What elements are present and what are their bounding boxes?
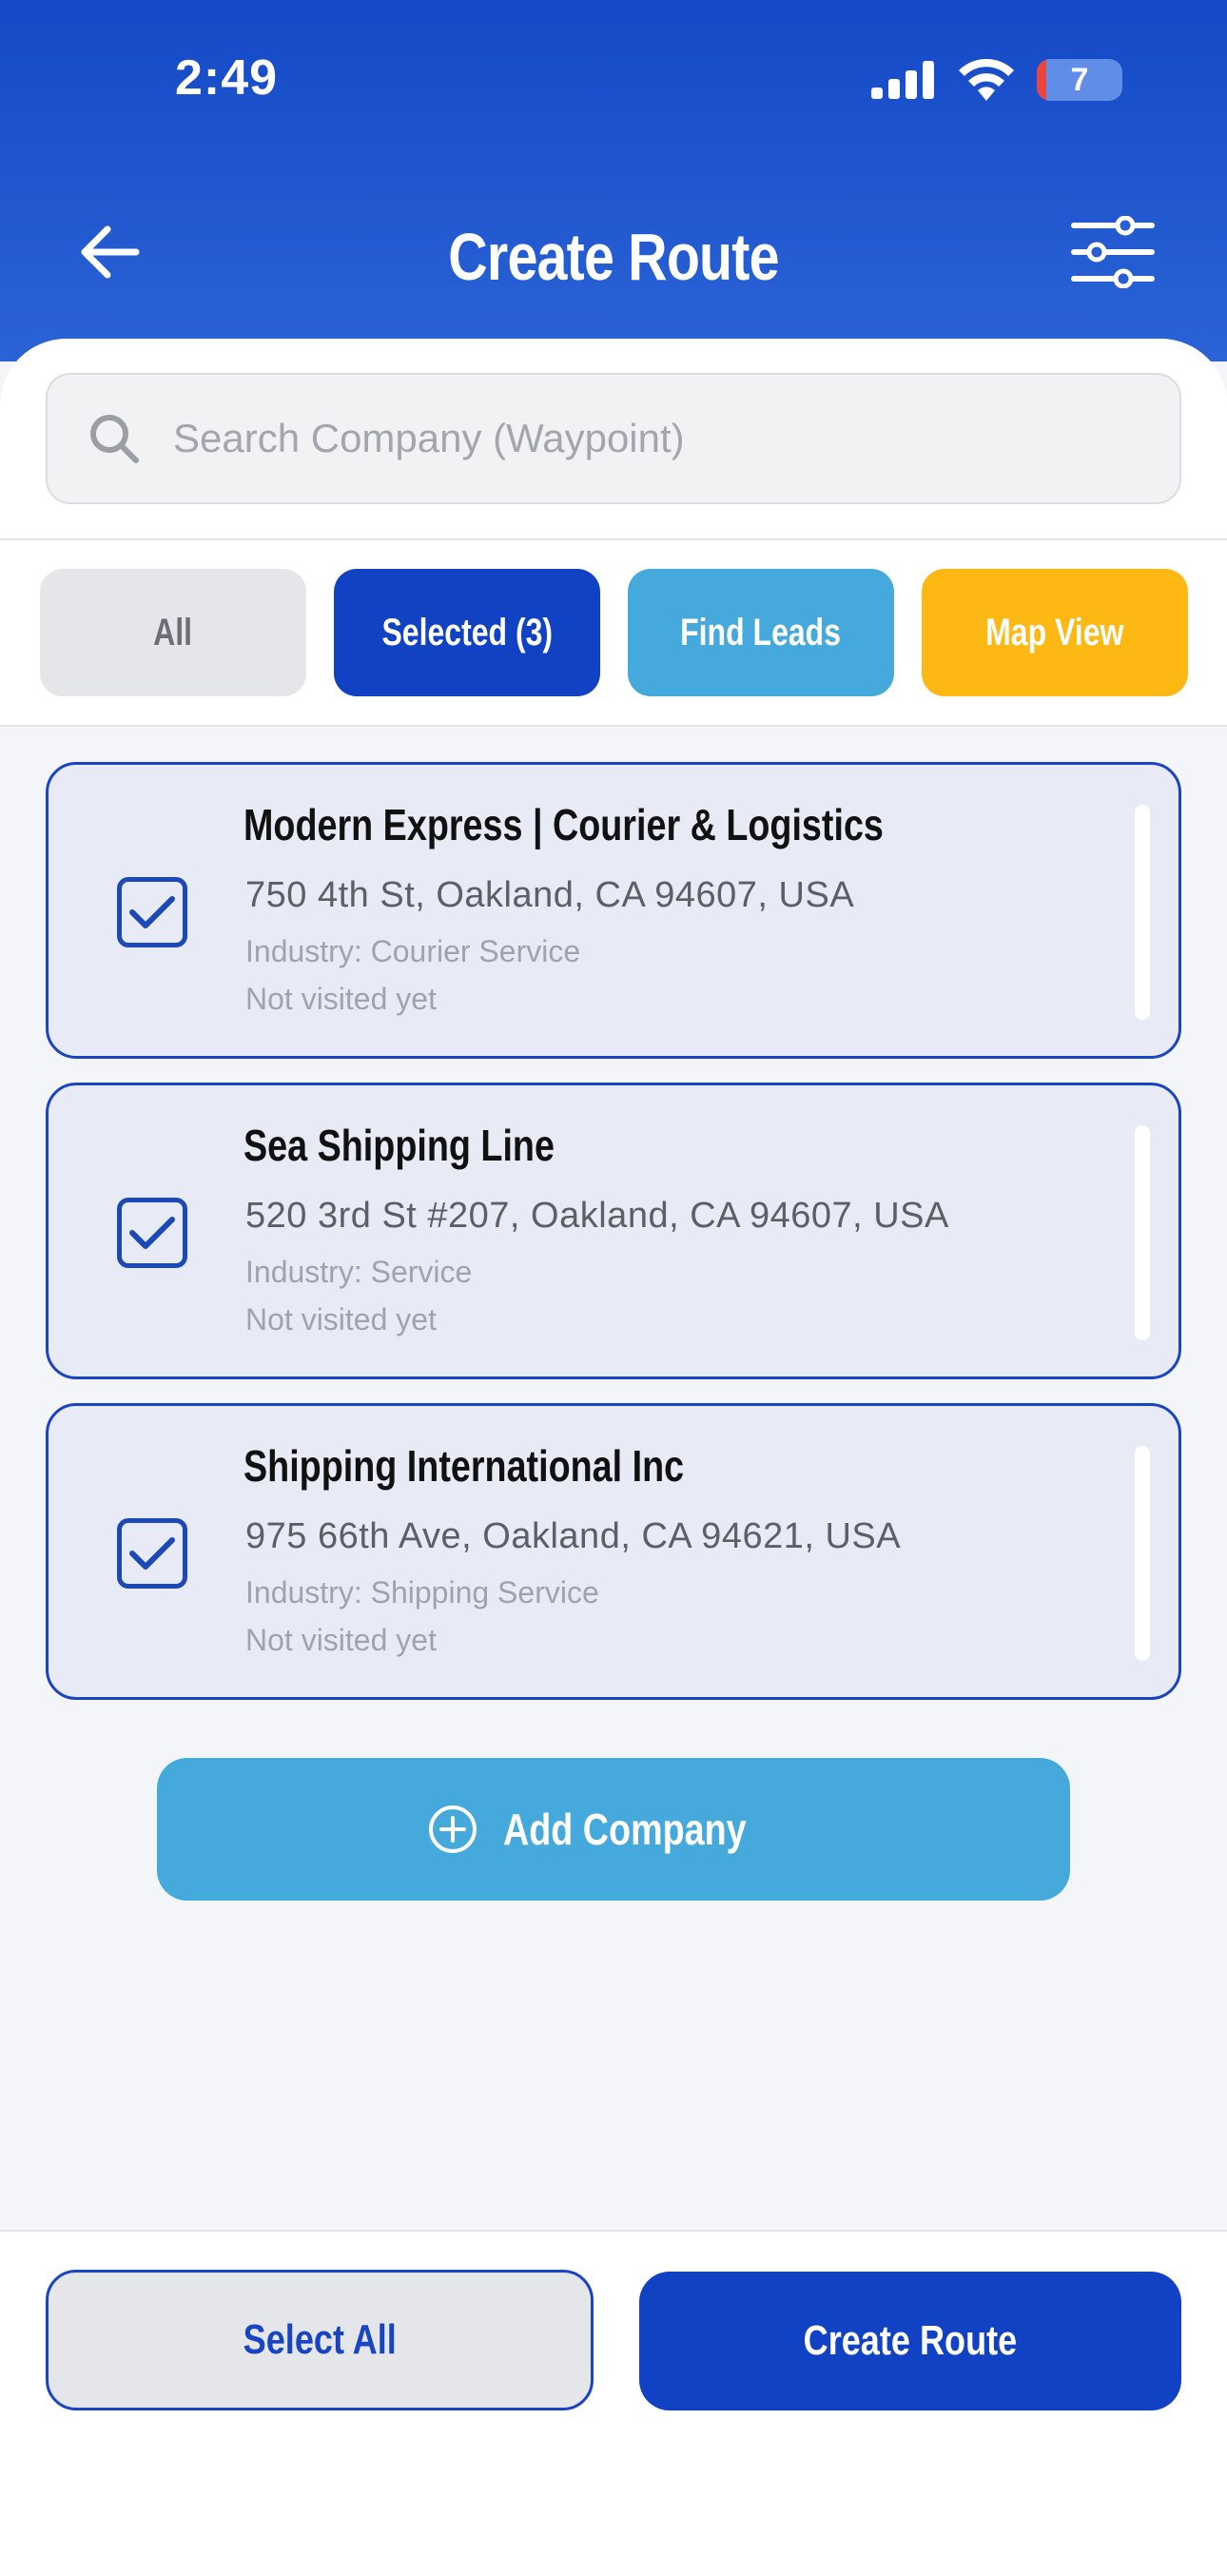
tab-selected-label: Selected (3) [381, 611, 553, 654]
battery-level: 7 [1070, 61, 1089, 98]
page-title: Create Route [448, 220, 779, 294]
company-address: 750 4th St, Oakland, CA 94607, USA [245, 875, 855, 915]
company-name: Sea Shipping Line [243, 1121, 555, 1170]
company-address: 975 66th Ave, Oakland, CA 94621, USA [245, 1516, 902, 1556]
search-input[interactable]: Search Company (Waypoint) [46, 373, 1181, 504]
checkmark-icon [129, 896, 175, 928]
card-scrollbar[interactable] [1135, 1125, 1150, 1340]
company-card[interactable]: Shipping International Inc 975 66th Ave,… [46, 1403, 1181, 1700]
battery-icon: 7 [1037, 59, 1122, 101]
filter-tabs: All Selected (3) Find Leads Map View [0, 540, 1227, 727]
card-scrollbar[interactable] [1135, 1446, 1150, 1661]
company-name: Modern Express | Courier & Logistics [243, 800, 884, 849]
card-scrollbar[interactable] [1135, 805, 1150, 1020]
search-icon [90, 415, 139, 463]
checkmark-icon [129, 1217, 175, 1249]
search-placeholder: Search Company (Waypoint) [173, 416, 685, 460]
tab-all[interactable]: All [40, 569, 306, 696]
wifi-icon [959, 59, 1014, 101]
tab-selected[interactable]: Selected (3) [334, 569, 600, 696]
company-checkbox[interactable] [117, 877, 187, 947]
tab-find-leads-label: Find Leads [680, 611, 842, 654]
status-time: 2:49 [175, 50, 279, 106]
add-company-button[interactable]: Add Company [157, 1758, 1070, 1901]
company-card[interactable]: Modern Express | Courier & Logistics 750… [46, 762, 1181, 1059]
company-visit-status: Not visited yet [245, 1302, 437, 1337]
bottom-action-bar: Select All Create Route [0, 2230, 1227, 2576]
status-icons: 7 [871, 59, 1122, 101]
select-all-label: Select All [243, 2316, 397, 2363]
company-visit-status: Not visited yet [245, 1623, 437, 1657]
tab-map-view[interactable]: Map View [922, 569, 1188, 696]
select-all-button[interactable]: Select All [46, 2270, 594, 2410]
tab-find-leads[interactable]: Find Leads [628, 569, 894, 696]
create-route-button[interactable]: Create Route [639, 2272, 1181, 2410]
search-area: Search Company (Waypoint) [0, 339, 1227, 540]
company-visit-status: Not visited yet [245, 982, 437, 1016]
tab-all-label: All [153, 611, 193, 654]
checkmark-icon [129, 1537, 175, 1570]
company-checkbox[interactable] [117, 1518, 187, 1589]
status-bar: 2:49 7 [0, 0, 1227, 162]
company-checkbox[interactable] [117, 1198, 187, 1268]
plus-circle-icon [429, 1805, 477, 1853]
nav-bar: Create Route [0, 190, 1227, 314]
header: 2:49 7 Create Route [0, 0, 1227, 361]
cellular-signal-icon [871, 61, 934, 99]
filter-button[interactable] [1065, 209, 1160, 295]
add-company-label: Add Company [503, 1805, 747, 1854]
create-route-label: Create Route [803, 2317, 1018, 2364]
company-name: Shipping International Inc [243, 1441, 685, 1491]
company-card[interactable]: Sea Shipping Line 520 3rd St #207, Oakla… [46, 1083, 1181, 1379]
company-industry: Industry: Shipping Service [245, 1575, 599, 1610]
company-address: 520 3rd St #207, Oakland, CA 94607, USA [245, 1196, 949, 1236]
company-industry: Industry: Courier Service [245, 934, 581, 968]
tab-map-view-label: Map View [985, 611, 1124, 654]
company-industry: Industry: Service [245, 1255, 473, 1289]
sliders-icon [1071, 216, 1155, 288]
